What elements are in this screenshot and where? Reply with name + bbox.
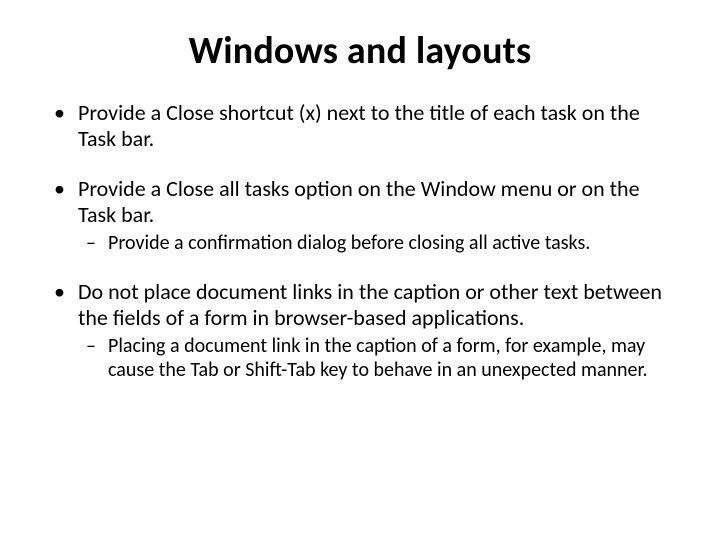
bullet-item: Do not place document links in the capti…	[78, 279, 672, 382]
sub-bullet-text: Placing a document link in the caption o…	[108, 334, 648, 382]
bullet-item: Provide a Close shortcut (x) next to the…	[78, 100, 672, 152]
sub-bullet-item: Placing a document link in the caption o…	[108, 335, 672, 382]
sub-bullet-list: Placing a document link in the caption o…	[78, 335, 672, 382]
bullet-list: Provide a Close shortcut (x) next to the…	[48, 100, 672, 383]
bullet-item: Provide a Close all tasks option on the …	[78, 176, 672, 256]
sub-bullet-list: Provide a confirmation dialog before clo…	[78, 232, 672, 256]
bullet-text: Provide a Close all tasks option on the …	[78, 175, 640, 228]
slide-title: Windows and layouts	[48, 28, 672, 74]
sub-bullet-text: Provide a confirmation dialog before clo…	[108, 231, 590, 255]
bullet-text: Provide a Close shortcut (x) next to the…	[78, 99, 640, 152]
bullet-text: Do not place document links in the capti…	[78, 278, 662, 331]
sub-bullet-item: Provide a confirmation dialog before clo…	[108, 232, 672, 256]
